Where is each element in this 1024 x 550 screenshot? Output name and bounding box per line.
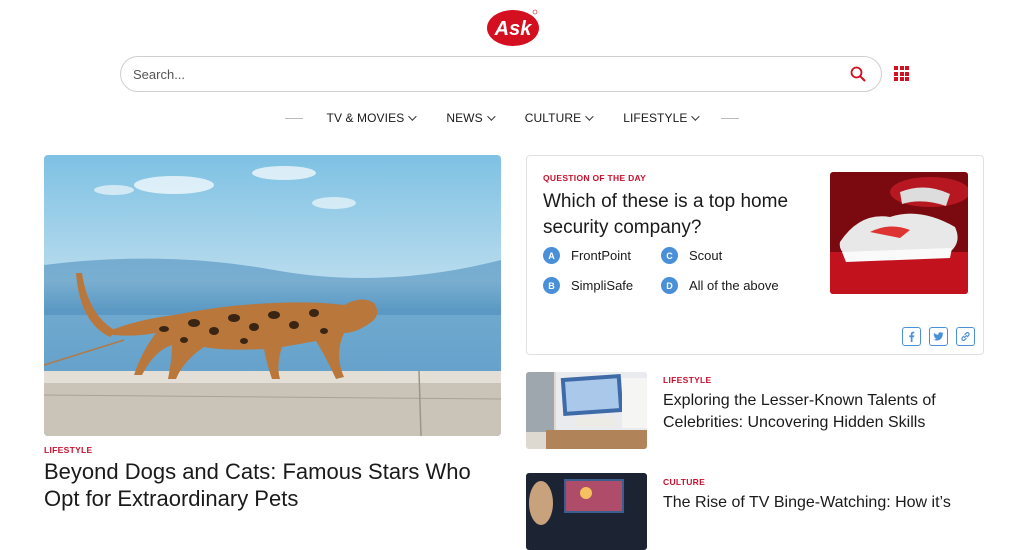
nav-item-label: LIFESTYLE xyxy=(623,111,688,125)
main-nav: TV & MOVIES NEWS CULTURE LIFESTYLE xyxy=(0,108,1024,128)
qotd-question: Which of these is a top home security co… xyxy=(543,191,789,238)
grid-icon xyxy=(894,66,898,70)
option-text: SimpliSafe xyxy=(571,278,634,293)
twitter-icon xyxy=(933,332,944,341)
logo-text: Ask xyxy=(494,18,533,40)
nav-item-label: NEWS xyxy=(446,111,483,125)
nav-item-tv-movies[interactable]: TV & MOVIES xyxy=(326,111,417,125)
chevron-down-icon xyxy=(585,112,594,121)
chevron-down-icon xyxy=(408,112,417,121)
qotd-option-a[interactable]: A FrontPoint xyxy=(543,247,631,264)
nav-item-culture[interactable]: CULTURE xyxy=(524,111,594,125)
article-category[interactable]: CULTURE xyxy=(663,477,705,487)
nav-item-lifestyle[interactable]: LIFESTYLE xyxy=(623,111,701,125)
search-bar xyxy=(120,56,882,92)
share-twitter-button[interactable] xyxy=(929,327,948,346)
search-input[interactable] xyxy=(133,66,847,82)
option-letter-badge: A xyxy=(543,247,560,264)
ask-logo[interactable]: Ask xyxy=(487,7,541,47)
qotd-option-d[interactable]: D All of the above xyxy=(661,277,779,294)
qotd-image xyxy=(830,172,968,294)
nav-divider xyxy=(284,117,303,119)
nav-divider xyxy=(721,117,740,119)
link-icon xyxy=(961,332,970,341)
option-letter-badge: D xyxy=(661,277,678,294)
article-category[interactable]: LIFESTYLE xyxy=(663,375,712,385)
search-icon xyxy=(850,66,866,82)
option-text: All of the above xyxy=(689,278,779,293)
article-title[interactable]: Exploring the Lesser-Known Talents of Ce… xyxy=(663,390,963,434)
apps-grid-button[interactable] xyxy=(894,66,909,81)
option-letter-badge: B xyxy=(543,277,560,294)
search-button[interactable] xyxy=(847,63,869,85)
nav-item-label: TV & MOVIES xyxy=(326,111,405,125)
chevron-down-icon xyxy=(486,112,496,121)
nav-item-news[interactable]: NEWS xyxy=(446,111,496,125)
qotd-option-b[interactable]: B SimpliSafe xyxy=(543,277,633,294)
article-thumbnail[interactable] xyxy=(526,372,647,449)
option-text: Scout xyxy=(689,248,723,263)
option-text: FrontPoint xyxy=(571,248,631,263)
share-link-button[interactable] xyxy=(956,327,975,346)
share-facebook-button[interactable] xyxy=(902,327,921,346)
question-of-the-day-card: QUESTION OF THE DAY Which of these is a … xyxy=(526,155,984,355)
hero-title[interactable]: Beyond Dogs and Cats: Famous Stars Who O… xyxy=(44,458,504,512)
article-title[interactable]: The Rise of TV Binge-Watching: How it’s xyxy=(663,492,963,514)
hero-image[interactable] xyxy=(44,155,501,436)
facebook-icon xyxy=(909,331,915,342)
option-letter-badge: C xyxy=(661,247,678,264)
chevron-down-icon xyxy=(691,112,701,121)
qotd-label: QUESTION OF THE DAY xyxy=(543,173,647,183)
qotd-option-c[interactable]: C Scout xyxy=(661,247,722,264)
nav-item-label: CULTURE xyxy=(524,111,582,125)
hero-category[interactable]: LIFESTYLE xyxy=(44,445,93,455)
